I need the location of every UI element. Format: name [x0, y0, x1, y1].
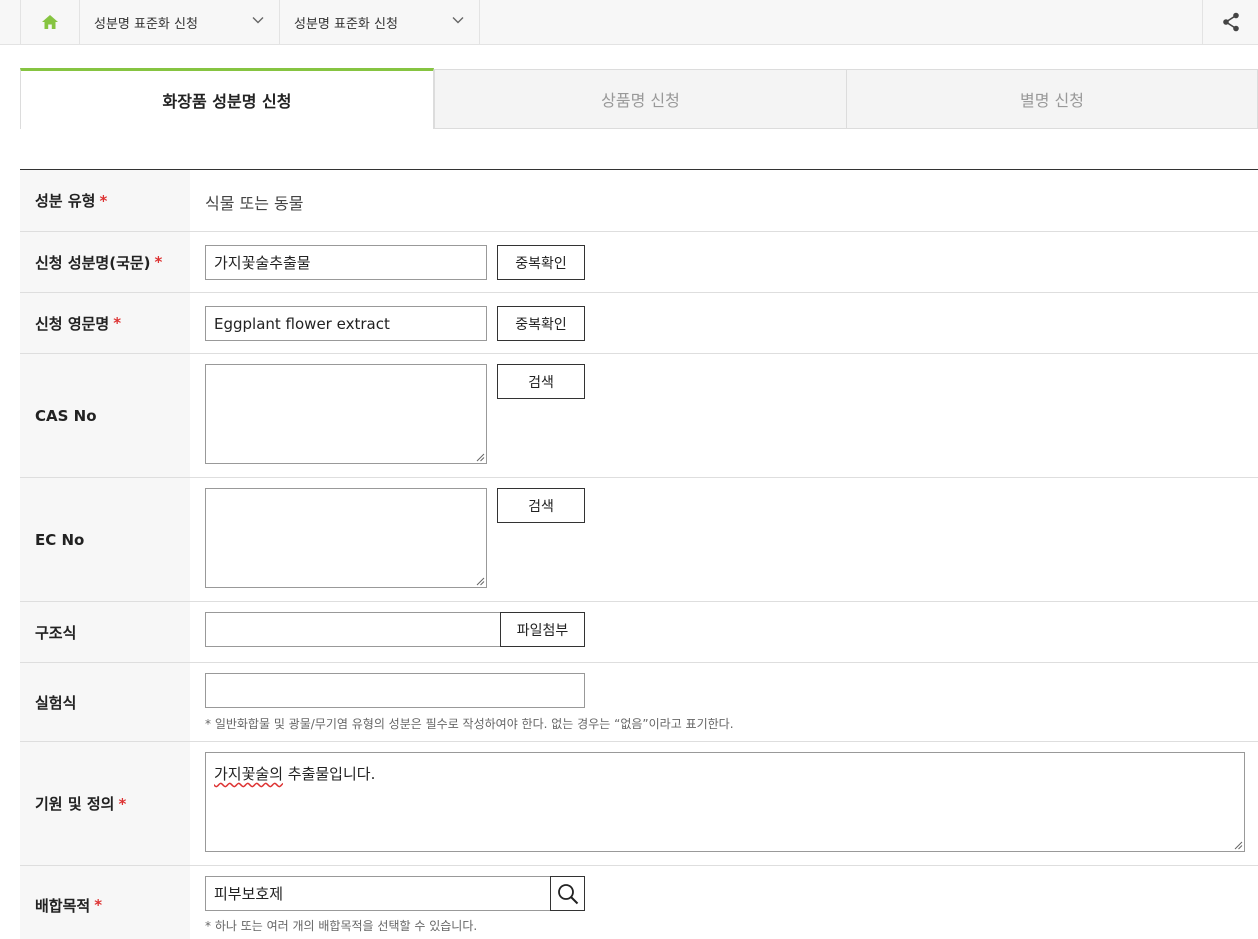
required-mark: * — [118, 794, 127, 813]
breadcrumb-label: 성분명 표준화 신청 — [94, 16, 198, 32]
breadcrumb: 성분명 표준화 신청 성분명 표준화 신청 — [0, 0, 1258, 45]
label-text: CAS No — [35, 406, 97, 425]
structure-file-input[interactable] — [205, 612, 501, 647]
cas-no-label: CAS No — [20, 354, 190, 477]
tab-label: 상품명 신청 — [601, 91, 680, 110]
spellcheck-word: 가지꽃술의 — [214, 765, 284, 783]
tab-bar: 화장품 성분명 신청 상품명 신청 별명 신청 — [20, 68, 1258, 129]
share-icon — [1222, 12, 1239, 32]
required-mark: * — [94, 896, 103, 914]
breadcrumb-dropdown-2[interactable]: 성분명 표준화 신청 — [280, 0, 480, 44]
row-ec-no: EC No 검색 — [20, 478, 1258, 602]
label-text: 신청 영문명 — [35, 314, 110, 333]
purpose-input[interactable]: 피부보호제 — [205, 876, 551, 911]
label-text: 신청 성분명(국문) — [35, 253, 151, 272]
label-text: 배합목적 — [35, 896, 91, 915]
english-name-input[interactable]: Eggplant flower extract — [205, 306, 487, 341]
label-text: 실험식 — [35, 693, 77, 712]
tab-alias-name[interactable]: 별명 신청 — [846, 69, 1258, 129]
tab-product-name[interactable]: 상품명 신청 — [434, 69, 847, 129]
formula-input[interactable] — [205, 673, 585, 708]
label-text: 구조식 — [35, 623, 77, 642]
tab-label: 별명 신청 — [1020, 91, 1084, 110]
structure-cell: 파일첨부 — [190, 602, 1258, 662]
resize-grip-icon[interactable] — [1233, 840, 1243, 850]
origin-cell: 가지꽃술의 추출물입니다. — [190, 742, 1258, 865]
cas-no-textarea[interactable] — [205, 364, 487, 464]
row-korean-name: 신청 성분명(국문) * 가지꽃술추출물 중복확인 — [20, 232, 1258, 293]
home-button[interactable] — [20, 0, 80, 44]
row-origin: 기원 및 정의 * 가지꽃술의 추출물입니다. — [20, 742, 1258, 866]
cas-no-search-button[interactable]: 검색 — [497, 364, 585, 399]
required-mark: * — [154, 253, 163, 271]
ec-no-cell: 검색 — [190, 478, 1258, 601]
application-form: 성분 유형 * 식물 또는 동물 신청 성분명(국문) * 가지꽃술추출물 중복… — [20, 169, 1258, 939]
ingredient-type-value: 식물 또는 동물 — [205, 194, 304, 213]
breadcrumb-dropdown-1[interactable]: 성분명 표준화 신청 — [80, 0, 280, 44]
purpose-label: 배합목적 * — [20, 866, 190, 939]
resize-grip-icon[interactable] — [475, 576, 485, 586]
korean-name-duplicate-check-button[interactable]: 중복확인 — [497, 245, 585, 280]
resize-grip-icon[interactable] — [475, 452, 485, 462]
formula-note: * 일반화합물 및 광물/무기염 유형의 성분은 필수로 작성하여야 한다. 없… — [205, 717, 734, 731]
attach-file-button[interactable]: 파일첨부 — [500, 612, 585, 647]
row-ingredient-type: 성분 유형 * 식물 또는 동물 — [20, 170, 1258, 232]
origin-text: 추출물입니다. — [283, 765, 376, 783]
korean-name-label: 신청 성분명(국문) * — [20, 232, 190, 292]
label-text: 성분 유형 — [35, 192, 96, 210]
ec-no-label: EC No — [20, 478, 190, 601]
ec-no-textarea[interactable] — [205, 488, 487, 588]
required-mark: * — [99, 191, 108, 210]
breadcrumb-label: 성분명 표준화 신청 — [294, 16, 398, 32]
ec-no-search-button[interactable]: 검색 — [497, 488, 585, 523]
english-name-cell: Eggplant flower extract 중복확인 — [190, 293, 1258, 353]
korean-name-cell: 가지꽃술추출물 중복확인 — [190, 232, 1258, 292]
label-text: 기원 및 정의 — [35, 795, 115, 813]
chevron-down-icon — [252, 17, 264, 24]
label-text: EC No — [35, 530, 85, 549]
formula-label: 실험식 — [20, 663, 190, 741]
tab-label: 화장품 성분명 신청 — [162, 92, 292, 111]
row-formula: 실험식 * 일반화합물 및 광물/무기염 유형의 성분은 필수로 작성하여야 한… — [20, 663, 1258, 742]
row-structure: 구조식 파일첨부 — [20, 602, 1258, 663]
purpose-search-button[interactable] — [550, 876, 585, 911]
search-icon — [557, 883, 578, 904]
row-purpose: 배합목적 * 피부보호제 * 하나 또는 여러 개의 배합목적을 선택할 수 있… — [20, 866, 1258, 939]
origin-textarea[interactable]: 가지꽃술의 추출물입니다. — [205, 752, 1245, 852]
origin-label: 기원 및 정의 * — [20, 742, 190, 865]
purpose-note: * 하나 또는 여러 개의 배합목적을 선택할 수 있습니다. — [205, 919, 478, 933]
ingredient-type-cell: 식물 또는 동물 — [190, 170, 1258, 231]
korean-name-input[interactable]: 가지꽃술추출물 — [205, 245, 487, 280]
chevron-down-icon — [452, 17, 464, 24]
tab-ingredient-name[interactable]: 화장품 성분명 신청 — [20, 68, 434, 129]
required-mark: * — [113, 314, 122, 332]
structure-label: 구조식 — [20, 602, 190, 662]
home-icon — [42, 15, 58, 29]
cas-no-cell: 검색 — [190, 354, 1258, 477]
row-cas-no: CAS No 검색 — [20, 354, 1258, 478]
ingredient-type-label: 성분 유형 * — [20, 170, 190, 231]
row-english-name: 신청 영문명 * Eggplant flower extract 중복확인 — [20, 293, 1258, 354]
english-name-duplicate-check-button[interactable]: 중복확인 — [497, 306, 585, 341]
purpose-cell: 피부보호제 * 하나 또는 여러 개의 배합목적을 선택할 수 있습니다. — [190, 866, 1258, 939]
formula-cell: * 일반화합물 및 광물/무기염 유형의 성분은 필수로 작성하여야 한다. 없… — [190, 663, 1258, 741]
english-name-label: 신청 영문명 * — [20, 293, 190, 353]
share-button[interactable] — [1202, 0, 1258, 44]
